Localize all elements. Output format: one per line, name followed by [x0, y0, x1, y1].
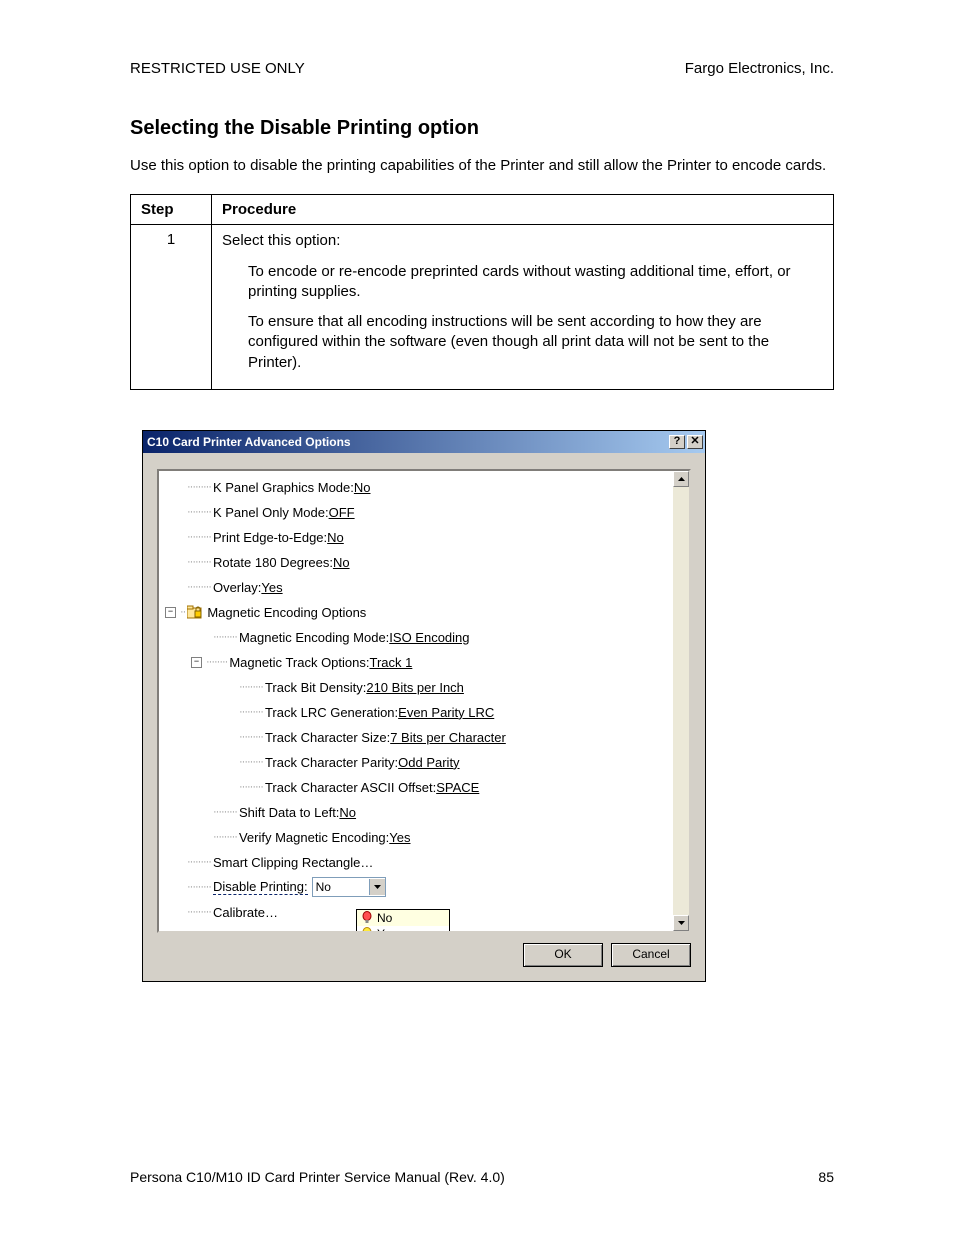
tree-item-track-char-size[interactable]: ········· Track Character Size: 7 Bits p…	[165, 725, 669, 750]
procedure-cell: Select this option: To encode or re-enco…	[212, 225, 834, 390]
tree-item-magnetic-encoding-mode[interactable]: ········· Magnetic Encoding Mode: ISO En…	[165, 625, 669, 650]
tree-item-kpanel-only[interactable]: ········· K Panel Only Mode: OFF	[165, 500, 669, 525]
tree-item-overlay[interactable]: ········· Overlay: Yes	[165, 575, 669, 600]
bulb-icon	[361, 927, 373, 933]
proc-p3: To ensure that all encoding instructions…	[248, 312, 823, 373]
tree-item-magnetic-encoding-options[interactable]: − ·· Magnetic Encoding Options	[165, 600, 669, 625]
cancel-button[interactable]: Cancel	[611, 943, 691, 967]
page-header: RESTRICTED USE ONLY Fargo Electronics, I…	[130, 60, 834, 77]
page-number: 85	[818, 1169, 834, 1185]
tree-item-track-bit-density[interactable]: ········· Track Bit Density: 210 Bits pe…	[165, 675, 669, 700]
tree-item-track-char-parity[interactable]: ········· Track Character Parity: Odd Pa…	[165, 750, 669, 775]
intro-text: Use this option to disable the printing …	[130, 156, 834, 176]
dialog-title: C10 Card Printer Advanced Options	[147, 435, 669, 449]
dialog-body: ········· K Panel Graphics Mode: No ····…	[143, 453, 705, 981]
tree-item-verify-magnetic[interactable]: ········· Verify Magnetic Encoding: Yes	[165, 825, 669, 850]
page-footer: Persona C10/M10 ID Card Printer Service …	[130, 1169, 834, 1185]
scroll-up-button[interactable]	[673, 471, 689, 487]
proc-p2: To encode or re-encode preprinted cards …	[248, 262, 823, 303]
disable-printing-combo[interactable]	[312, 877, 386, 897]
tree-item-smart-clipping[interactable]: ········· Smart Clipping Rectangle…	[165, 850, 669, 875]
footer-left: Persona C10/M10 ID Card Printer Service …	[130, 1169, 505, 1185]
vertical-scrollbar[interactable]	[672, 471, 689, 931]
folder-lock-icon	[187, 605, 203, 619]
collapse-icon[interactable]: −	[191, 657, 202, 668]
tree: ········· K Panel Graphics Mode: No ····…	[165, 475, 669, 925]
scroll-track[interactable]	[673, 487, 689, 915]
dropdown-option-no[interactable]: No	[357, 910, 449, 926]
procedure-table: Step Procedure 1 Select this option: To …	[130, 194, 834, 390]
ok-button[interactable]: OK	[523, 943, 603, 967]
header-right: Fargo Electronics, Inc.	[685, 60, 834, 77]
page-title: Selecting the Disable Printing option	[130, 117, 834, 140]
tree-item-shift-data-left[interactable]: ········· Shift Data to Left: No	[165, 800, 669, 825]
disable-printing-dropdown[interactable]: No Yes	[356, 909, 450, 933]
tree-item-rotate-180[interactable]: ········· Rotate 180 Degrees: No	[165, 550, 669, 575]
header-left: RESTRICTED USE ONLY	[130, 60, 305, 77]
col-procedure: Procedure	[212, 195, 834, 225]
bulb-icon	[361, 911, 373, 925]
tree-item-disable-printing[interactable]: ········· Disable Printing:	[165, 875, 669, 900]
tree-item-edge-to-edge[interactable]: ········· Print Edge-to-Edge: No	[165, 525, 669, 550]
dialog-window: C10 Card Printer Advanced Options ? ✕ ··…	[142, 430, 706, 982]
titlebar[interactable]: C10 Card Printer Advanced Options ? ✕	[143, 431, 705, 453]
scroll-down-button[interactable]	[673, 915, 689, 931]
tree-item-track-ascii-offset[interactable]: ········· Track Character ASCII Offset: …	[165, 775, 669, 800]
tree-item-magnetic-track-options[interactable]: − ········ Magnetic Track Options: Track…	[165, 650, 669, 675]
chevron-down-icon[interactable]	[369, 879, 385, 895]
tree-panel: ········· K Panel Graphics Mode: No ····…	[157, 469, 691, 933]
proc-p1: Select this option:	[222, 231, 823, 251]
disable-printing-value[interactable]	[313, 879, 369, 895]
dropdown-option-yes[interactable]: Yes	[357, 926, 449, 933]
col-step: Step	[131, 195, 212, 225]
step-number: 1	[131, 225, 212, 390]
dialog-button-row: OK Cancel	[157, 943, 691, 967]
tree-item-kpanel-graphics[interactable]: ········· K Panel Graphics Mode: No	[165, 475, 669, 500]
tree-item-track-lrc[interactable]: ········· Track LRC Generation: Even Par…	[165, 700, 669, 725]
collapse-icon[interactable]: −	[165, 607, 176, 618]
close-button[interactable]: ✕	[687, 435, 703, 449]
help-button[interactable]: ?	[669, 435, 685, 449]
